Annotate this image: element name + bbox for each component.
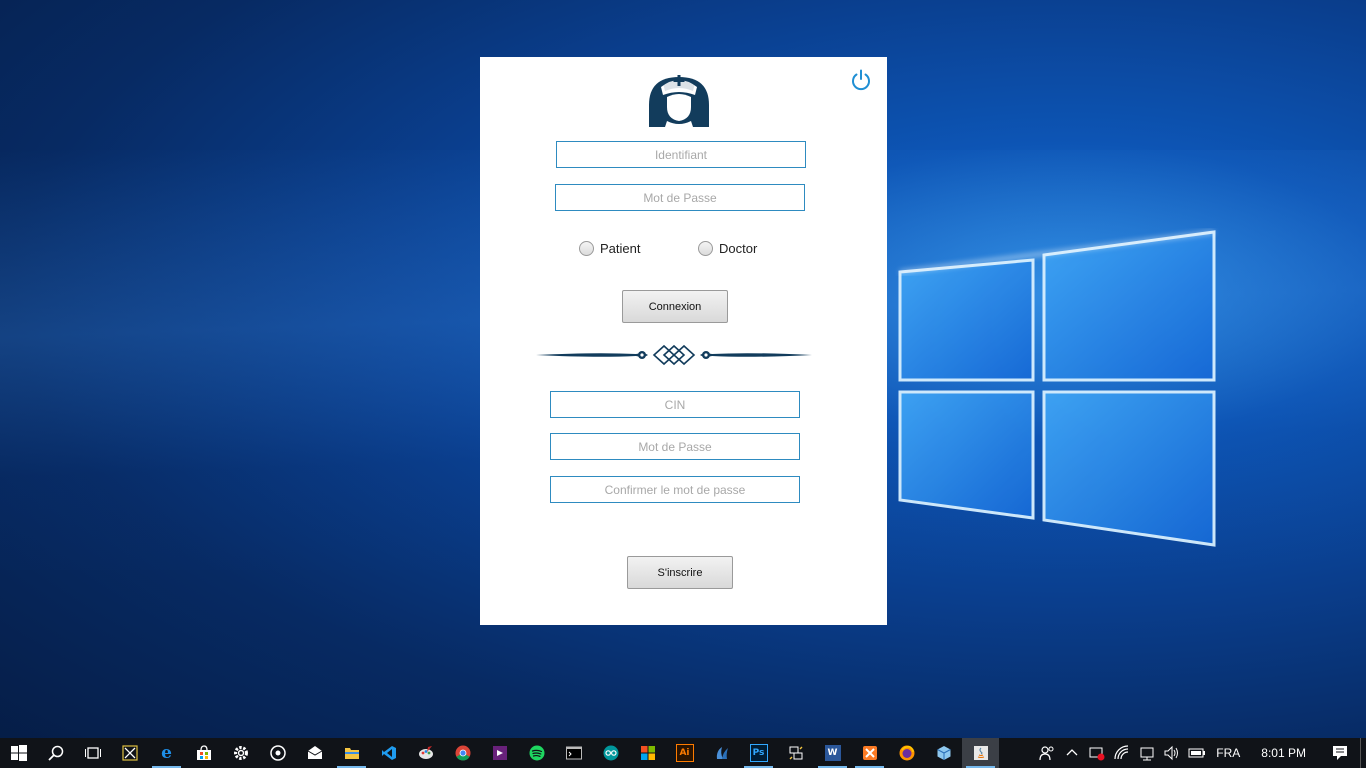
radio-patient-circle[interactable] — [579, 241, 594, 256]
radio-doctor-circle[interactable] — [698, 241, 713, 256]
task-view-icon[interactable] — [74, 738, 111, 768]
username-input[interactable] — [556, 141, 806, 168]
show-desktop-button[interactable] — [1360, 738, 1366, 768]
photoshop-label: Ps — [749, 744, 768, 762]
visual-studio-icon[interactable] — [481, 738, 518, 768]
battery-icon[interactable] — [1184, 738, 1209, 768]
clock[interactable]: 8:01 PM — [1247, 746, 1320, 760]
security-alert-icon[interactable] — [1084, 738, 1109, 768]
login-window: Patient Doctor Connexion S'inscrire — [480, 57, 887, 625]
volume-icon[interactable] — [1159, 738, 1184, 768]
cin-input[interactable] — [550, 391, 800, 418]
app-icon[interactable] — [703, 738, 740, 768]
arduino-icon[interactable] — [592, 738, 629, 768]
divider-ornament — [536, 344, 812, 366]
people-icon[interactable] — [1034, 738, 1059, 768]
radio-patient[interactable]: Patient — [579, 241, 640, 256]
search-icon[interactable] — [37, 738, 74, 768]
wifi-icon[interactable] — [1109, 738, 1134, 768]
settings-icon[interactable] — [222, 738, 259, 768]
photoshop-icon[interactable]: Ps — [740, 738, 777, 768]
radio-patient-label: Patient — [600, 241, 641, 256]
chevron-up-icon[interactable] — [1059, 738, 1084, 768]
radio-doctor[interactable]: Doctor — [698, 241, 757, 256]
system-tray: FRA 8:01 PM — [1034, 738, 1366, 768]
confirm-password-input[interactable] — [550, 476, 800, 503]
spotify-icon[interactable] — [518, 738, 555, 768]
register-button[interactable]: S'inscrire — [627, 556, 733, 589]
office-icon[interactable] — [629, 738, 666, 768]
language-indicator[interactable]: FRA — [1209, 746, 1247, 760]
file-explorer-icon[interactable] — [333, 738, 370, 768]
snipping-tool-icon[interactable] — [111, 738, 148, 768]
store-icon[interactable] — [185, 738, 222, 768]
xampp-icon[interactable] — [851, 738, 888, 768]
network-icon[interactable] — [1134, 738, 1159, 768]
start-icon[interactable] — [0, 738, 37, 768]
paint-icon[interactable] — [407, 738, 444, 768]
groove-icon[interactable] — [259, 738, 296, 768]
word-icon[interactable]: W — [814, 738, 851, 768]
action-center-icon[interactable] — [1320, 738, 1360, 768]
java-app-icon[interactable] — [962, 738, 999, 768]
power-icon[interactable] — [849, 68, 873, 92]
vscode-icon[interactable] — [370, 738, 407, 768]
illustrator-label: Ai — [675, 744, 694, 762]
edge-icon[interactable]: e — [148, 738, 185, 768]
word-label: W — [824, 745, 841, 761]
chrome-icon[interactable] — [444, 738, 481, 768]
network-tool-icon[interactable] — [777, 738, 814, 768]
nurse-logo-icon — [647, 69, 711, 129]
taskbar: e Ai Ps W FRA 8:01 PM — [0, 738, 1366, 768]
virtualbox-icon[interactable] — [925, 738, 962, 768]
mail-icon[interactable] — [296, 738, 333, 768]
connect-button[interactable]: Connexion — [622, 290, 728, 323]
radio-doctor-label: Doctor — [719, 241, 758, 256]
illustrator-icon[interactable]: Ai — [666, 738, 703, 768]
register-password-input[interactable] — [550, 433, 800, 460]
password-input[interactable] — [555, 184, 805, 211]
firefox-icon[interactable] — [888, 738, 925, 768]
cmd-icon[interactable] — [555, 738, 592, 768]
